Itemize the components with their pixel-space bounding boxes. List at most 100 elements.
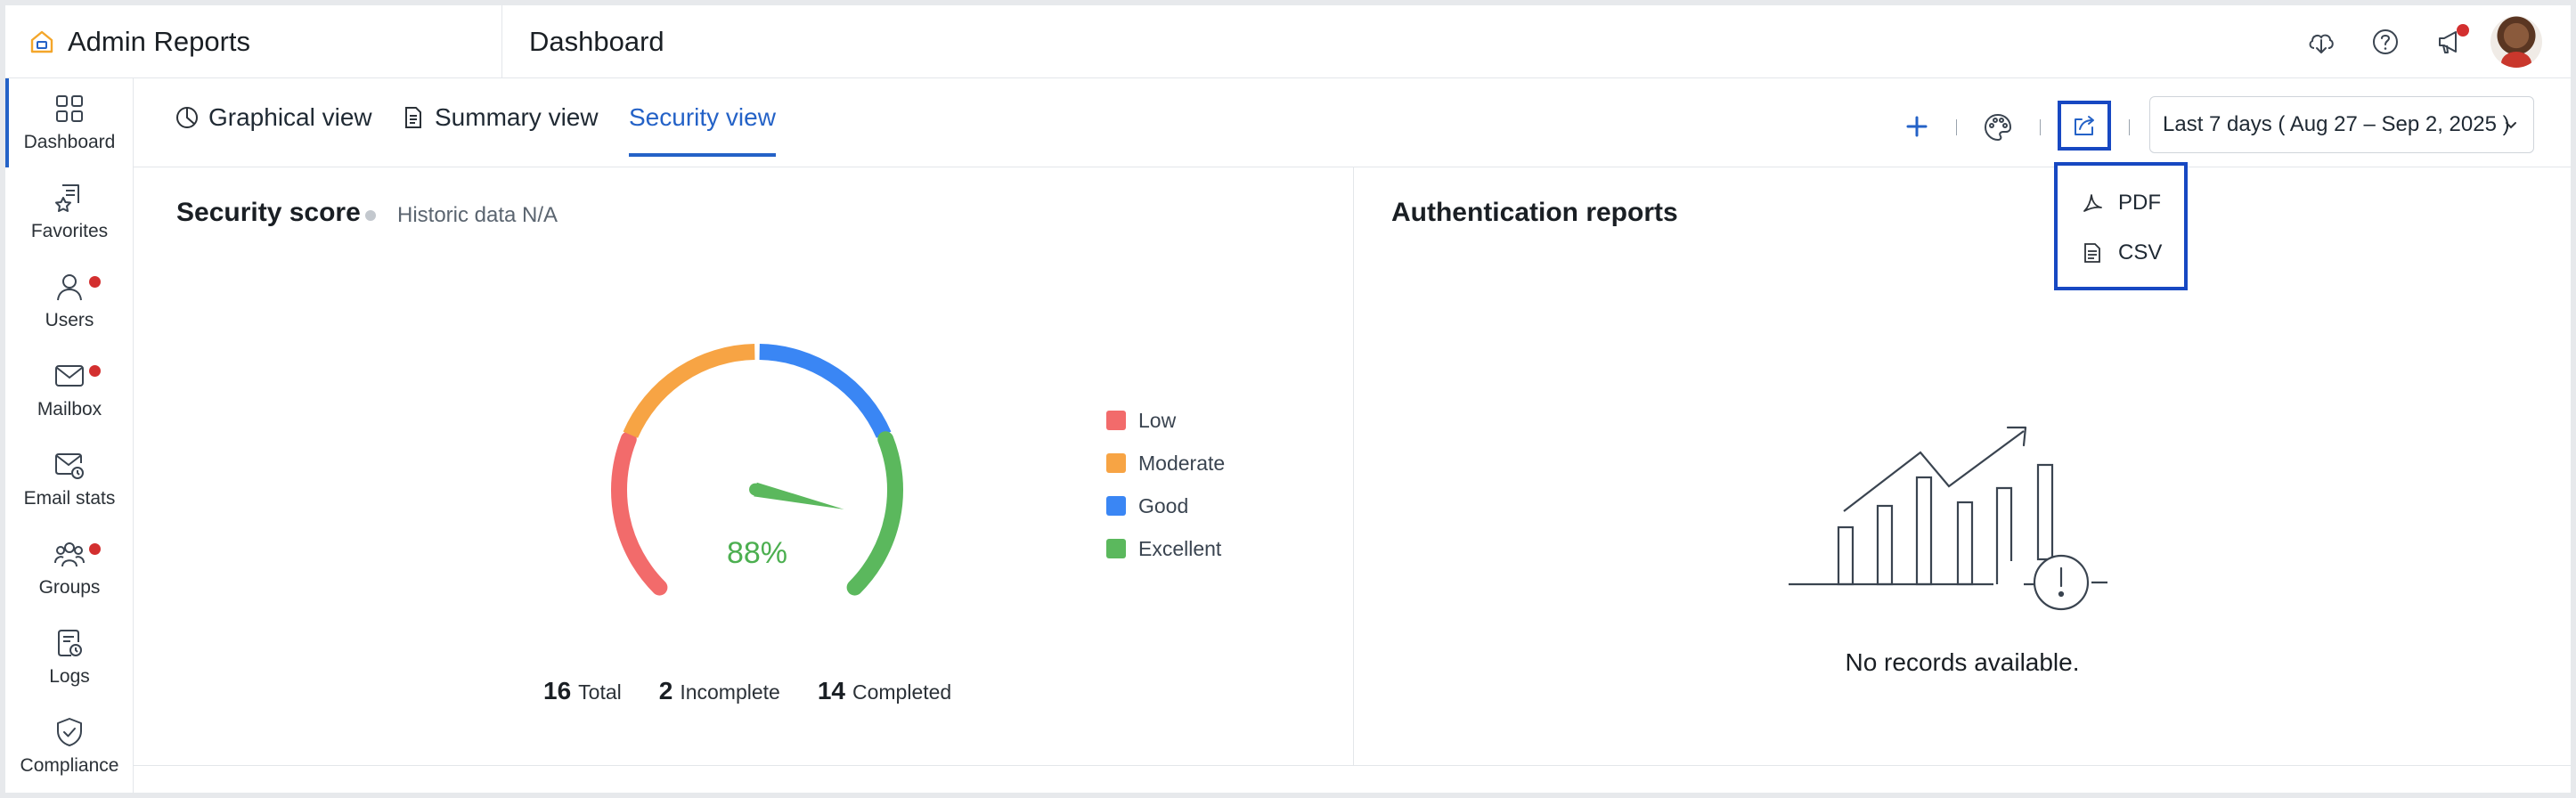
sidebar-item-label: Compliance xyxy=(20,755,119,776)
help-icon xyxy=(2373,28,2398,54)
export-icon xyxy=(2075,116,2094,135)
palette-icon xyxy=(1984,113,2012,142)
admin-reports-logo-icon xyxy=(30,30,53,53)
legend-label: Moderate xyxy=(1138,451,1226,475)
card-title: Authentication reports xyxy=(1391,198,1678,227)
mail-icon xyxy=(55,365,84,387)
email-stats-icon xyxy=(55,453,84,479)
gauge-segment-good xyxy=(759,344,892,438)
export-pdf-option[interactable]: PDF xyxy=(2058,178,2184,228)
legend-label: Low xyxy=(1138,408,1177,432)
header-actions xyxy=(2289,15,2542,69)
tab-label: Graphical view xyxy=(208,103,372,131)
score-stats: 16 Total 2 Incomplete 14 Completed xyxy=(543,677,951,705)
legend-label: Excellent xyxy=(1138,536,1222,560)
sidebar-item-label: Favorites xyxy=(30,221,109,241)
notification-dot xyxy=(89,276,101,288)
pie-chart-icon xyxy=(176,107,198,128)
sidebar-item-users[interactable]: Users xyxy=(5,256,134,346)
sidebar-item-email-stats[interactable]: Email stats xyxy=(5,435,134,524)
authentication-reports-card: Authentication reports No records availa… xyxy=(1354,167,2571,766)
logs-icon xyxy=(58,630,82,656)
date-range-select[interactable]: Last 7 days ( Aug 27 – Sep 2, 2025 ) xyxy=(2149,96,2534,153)
stat-total: 16 Total xyxy=(543,677,622,705)
notification-dot xyxy=(89,543,101,555)
legend-item-good: Good xyxy=(1106,484,1225,527)
export-csv-option[interactable]: CSV xyxy=(2058,228,2184,278)
document-icon xyxy=(405,107,421,128)
notification-dot xyxy=(89,365,101,377)
toolbar-separator xyxy=(2129,119,2130,135)
menu-item-label: PDF xyxy=(2118,191,2161,215)
sidebar-item-label: Users xyxy=(45,310,94,330)
meta-separator-dot xyxy=(365,210,376,221)
stat-label: Completed xyxy=(852,680,952,704)
user-icon xyxy=(57,274,82,301)
sidebar: Dashboard Favorites Users Mailbox Email … xyxy=(5,78,134,793)
sidebar-item-label: Mailbox xyxy=(37,399,102,419)
legend-swatch xyxy=(1106,411,1126,430)
stat-incomplete: 2 Incomplete xyxy=(659,677,780,705)
legend-swatch xyxy=(1106,453,1126,473)
gauge-needle-hub xyxy=(749,483,762,496)
legend-swatch xyxy=(1106,496,1126,516)
tab-label: Summary view xyxy=(435,103,599,131)
brand[interactable]: Admin Reports xyxy=(5,5,502,78)
legend-item-low: Low xyxy=(1106,399,1225,442)
sidebar-item-label: Email stats xyxy=(23,488,116,509)
shield-check-icon xyxy=(57,718,82,746)
security-score-card: Security score Historic data N/A 88% Low… xyxy=(134,167,1354,766)
sidebar-item-dashboard[interactable]: Dashboard xyxy=(5,78,134,167)
sidebar-item-label: Dashboard xyxy=(23,132,116,152)
stat-completed: 14 Completed xyxy=(818,677,951,705)
theme-button[interactable] xyxy=(1977,107,2018,148)
sidebar-item-mailbox[interactable]: Mailbox xyxy=(5,346,134,435)
legend-item-excellent: Excellent xyxy=(1106,527,1225,570)
stat-label: Total xyxy=(578,680,622,704)
sidebar-item-logs[interactable]: Logs xyxy=(5,613,134,702)
chevron-down-icon xyxy=(2506,122,2516,129)
gauge-needle xyxy=(754,482,844,509)
pdf-icon xyxy=(2083,194,2102,212)
help-button[interactable] xyxy=(2353,15,2417,69)
gauge-percentage: 88% xyxy=(726,536,788,570)
stat-value: 2 xyxy=(658,677,673,704)
notification-dot xyxy=(2457,23,2469,37)
app-window: Admin Reports Dashboard Dashboard Favori… xyxy=(5,5,2571,793)
tab-label: Security view xyxy=(629,103,776,131)
avatar[interactable] xyxy=(2490,15,2542,68)
favorites-icon xyxy=(55,184,79,212)
sidebar-item-label: Logs xyxy=(49,666,90,687)
dashboard-grid-icon xyxy=(56,95,83,122)
add-widget-button[interactable] xyxy=(1899,109,1935,144)
sidebar-item-label: Groups xyxy=(38,577,101,598)
legend-item-moderate: Moderate xyxy=(1106,442,1225,484)
export-button[interactable] xyxy=(2058,101,2111,151)
cloud-download-icon xyxy=(2309,34,2334,53)
stat-value: 14 xyxy=(817,677,845,704)
top-header: Admin Reports Dashboard xyxy=(5,5,2571,78)
groups-icon xyxy=(54,542,85,567)
stat-label: Incomplete xyxy=(680,680,780,704)
no-data-illustration-icon xyxy=(1789,426,2107,611)
csv-icon xyxy=(2084,243,2100,263)
security-gauge xyxy=(611,344,903,596)
stat-value: 16 xyxy=(543,677,572,704)
gauge-legend: Low Moderate Good Excellent xyxy=(1106,399,1225,570)
gauge-segment-moderate xyxy=(623,344,755,438)
card-title: Security score xyxy=(176,198,361,227)
plus-icon xyxy=(1906,116,1928,137)
tab-graphical-view[interactable]: Graphical view xyxy=(175,103,372,157)
main-content: Graphical view Summary view Security vie… xyxy=(134,78,2571,793)
sidebar-item-favorites[interactable]: Favorites xyxy=(5,167,134,256)
export-menu: PDF CSV xyxy=(2054,162,2188,290)
announcements-button[interactable] xyxy=(2417,15,2482,69)
view-tabs: Graphical view Summary view Security vie… xyxy=(134,78,2571,167)
download-button[interactable] xyxy=(2289,15,2353,69)
sidebar-item-compliance[interactable]: Compliance xyxy=(5,702,134,791)
toolbar-separator xyxy=(2040,119,2041,135)
page-title: Dashboard xyxy=(529,25,664,57)
tab-security-view[interactable]: Security view xyxy=(629,103,776,157)
tab-summary-view[interactable]: Summary view xyxy=(401,103,599,157)
sidebar-item-groups[interactable]: Groups xyxy=(5,524,134,613)
